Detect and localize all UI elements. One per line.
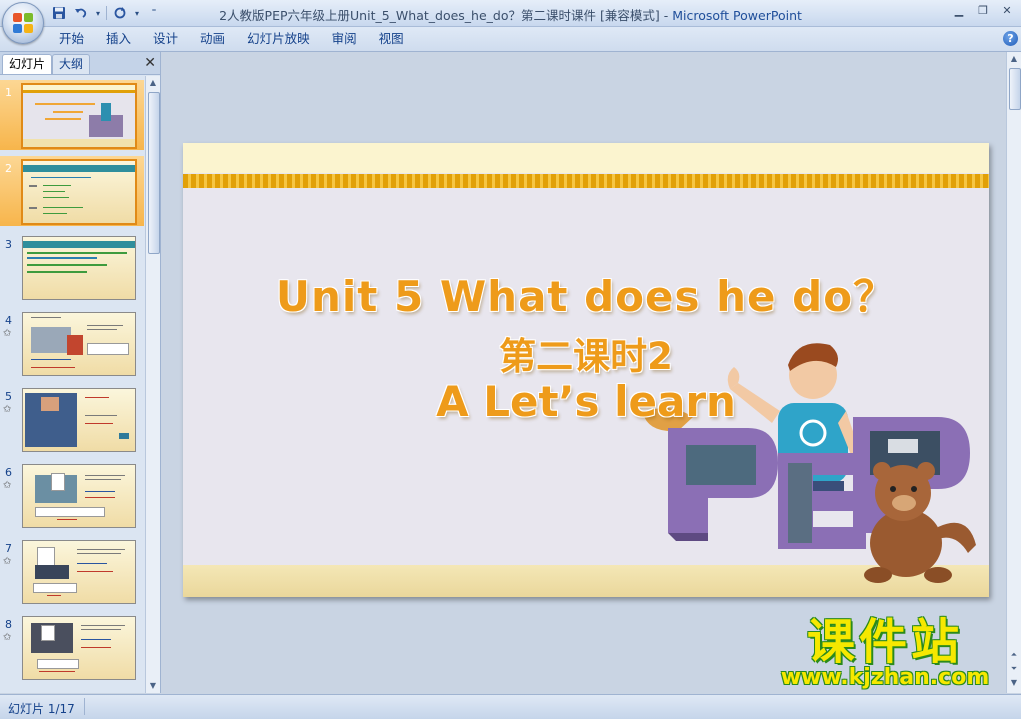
previous-slide-icon[interactable]: ⏶ <box>1008 648 1020 662</box>
editor-scrollbar[interactable]: ▲ ⏶ ⏷ ▼ <box>1006 52 1021 693</box>
tab-view[interactable]: 视图 <box>368 27 415 51</box>
thumbnail-image <box>22 312 136 376</box>
title-separator: - <box>659 8 673 23</box>
help-icon[interactable]: ? <box>1003 31 1018 46</box>
thumbnail-slide-1[interactable]: 1 <box>0 80 144 150</box>
close-icon[interactable]: ✕ <box>995 0 1019 20</box>
tab-insert[interactable]: 插入 <box>95 27 142 51</box>
office-logo-icon <box>13 13 33 33</box>
title-bar: ▾ ▾ ⁼ 2人教版PEP六年级上册Unit_5_What_does_he_do… <box>0 0 1021 27</box>
thumbnail-slide-5[interactable]: 5 ✩ <box>0 384 144 454</box>
watermark-text: 课件站 <box>806 614 963 670</box>
thumbnail-slide-4[interactable]: 4 ✩ <box>0 308 144 378</box>
app-name: Microsoft PowerPoint <box>672 8 802 23</box>
tab-home[interactable]: 开始 <box>48 27 95 51</box>
animation-star-icon: ✩ <box>3 632 12 643</box>
tab-outline[interactable]: 大纲 <box>52 54 91 74</box>
thumbnail-number: 5 <box>5 390 12 403</box>
thumbnail-number: 4 <box>5 314 12 327</box>
thumbnail-image <box>22 236 136 300</box>
office-button[interactable] <box>2 2 44 44</box>
tab-review[interactable]: 审阅 <box>321 27 368 51</box>
tab-animations[interactable]: 动画 <box>189 27 236 51</box>
thumbnail-number: 7 <box>5 542 12 555</box>
thumbnail-image <box>22 540 136 604</box>
tab-design[interactable]: 设计 <box>142 27 189 51</box>
scroll-down-icon[interactable]: ▼ <box>1008 676 1020 690</box>
thumbnail-slide-7[interactable]: 7 ✩ <box>0 536 144 606</box>
ribbon: 开始 插入 设计 动画 幻灯片放映 审阅 视图 ? <box>0 27 1021 52</box>
thumbnail-slide-3[interactable]: 3 <box>0 232 144 302</box>
close-icon[interactable]: ✕ <box>144 55 156 71</box>
window-controls: ▁ ❐ ✕ <box>947 0 1019 20</box>
tab-slide-show[interactable]: 幻灯片放映 <box>236 27 321 51</box>
animation-star-icon: ✩ <box>3 480 12 491</box>
thumbnail-image <box>22 616 136 680</box>
slide-counter: 幻灯片 1/17 <box>8 702 75 716</box>
slide-subtitle-cn[interactable]: 第二课时2 <box>183 326 989 380</box>
animation-star-icon: ✩ <box>3 328 12 339</box>
scroll-up-icon[interactable]: ▲ <box>147 76 159 90</box>
restore-icon[interactable]: ❐ <box>971 0 995 20</box>
thumbnail-number: 1 <box>5 86 12 99</box>
slide-title[interactable]: Unit 5 What does he do？ <box>183 263 989 324</box>
header-stripe <box>183 174 989 188</box>
thumbnail-slide-6[interactable]: 6 ✩ <box>0 460 144 530</box>
watermark: 课件站 www.kjzhan.com <box>770 614 1000 690</box>
separator <box>84 698 85 715</box>
tab-slides[interactable]: 幻灯片 <box>2 54 53 74</box>
scroll-down-icon[interactable]: ▼ <box>147 679 159 693</box>
animation-star-icon: ✩ <box>3 556 12 567</box>
slide-editor: Unit 5 What does he do？ 第二课时2 A Let’s le… <box>161 52 1006 693</box>
thumbnail-number: 3 <box>5 238 12 251</box>
thumbnail-list: 1 2 3 4 ✩ 5 ✩ 6 ✩ 7 ✩ 8 ✩ <box>0 76 144 693</box>
document-title: 2人教版PEP六年级上册Unit_5_What_does_he_do？第二课时课… <box>219 8 660 23</box>
thumbnail-image <box>22 464 136 528</box>
thumbnail-number: 6 <box>5 466 12 479</box>
thumbnail-number: 8 <box>5 618 12 631</box>
thumbnail-number: 2 <box>5 162 12 175</box>
minimize-icon[interactable]: ▁ <box>947 0 971 20</box>
scroll-thumb[interactable] <box>148 92 160 254</box>
pane-tabs: 幻灯片 大纲 ✕ <box>0 52 160 75</box>
watermark-url: www.kjzhan.com <box>780 665 990 690</box>
animation-star-icon: ✩ <box>3 404 12 415</box>
next-slide-icon[interactable]: ⏷ <box>1008 662 1020 676</box>
ribbon-tabs: 开始 插入 设计 动画 幻灯片放映 审阅 视图 <box>48 27 415 51</box>
pane-scrollbar[interactable]: ▲ ▼ <box>145 76 160 693</box>
thumbnail-slide-2[interactable]: 2 <box>0 156 144 226</box>
thumbnail-image <box>22 388 136 452</box>
thumbnail-image <box>21 83 137 149</box>
slides-pane: 幻灯片 大纲 ✕ 1 2 3 4 ✩ 5 ✩ 6 ✩ 7 ✩ 8 ✩ ▲ ▼ <box>0 52 161 693</box>
slide-canvas[interactable]: Unit 5 What does he do？ 第二课时2 A Let’s le… <box>183 143 989 597</box>
status-bar: 幻灯片 1/17 <box>0 694 1021 719</box>
scroll-thumb[interactable] <box>1009 68 1021 110</box>
window-title: 2人教版PEP六年级上册Unit_5_What_does_he_do？第二课时课… <box>0 5 1021 24</box>
slide-subtitle[interactable]: A Let’s learn <box>183 377 989 426</box>
scroll-up-icon[interactable]: ▲ <box>1008 52 1020 66</box>
thumbnail-slide-8[interactable]: 8 ✩ <box>0 612 144 682</box>
thumbnail-image <box>21 159 137 225</box>
header-band <box>183 143 989 173</box>
